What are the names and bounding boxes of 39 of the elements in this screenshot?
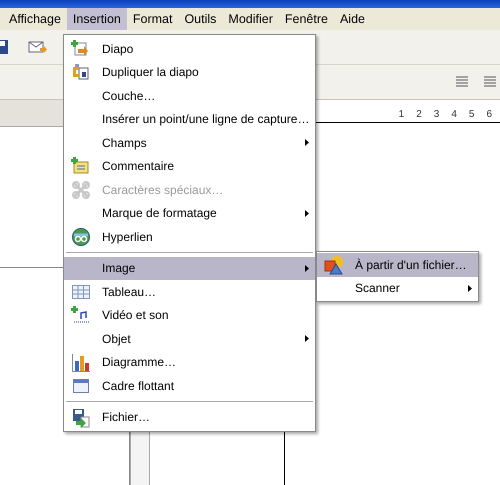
ruler-number: 1 — [398, 108, 404, 120]
comment-icon — [71, 156, 91, 176]
menu-bar-item[interactable]: Fenêtre — [278, 8, 334, 30]
menu-item[interactable]: Image — [64, 256, 315, 280]
media-icon — [71, 306, 91, 326]
menu-item[interactable]: Hyperlien — [64, 225, 315, 248]
menu-bar-item[interactable]: Affichage — [3, 8, 67, 30]
menu-item[interactable]: Champs — [64, 131, 315, 154]
chart-icon — [71, 352, 91, 372]
frame-icon — [71, 376, 91, 396]
table-icon — [71, 282, 91, 302]
duplicate-icon — [71, 62, 91, 82]
ruler-number: 2 — [416, 108, 422, 120]
menu-item[interactable]: Scanner — [317, 276, 478, 300]
menu-item[interactable]: Cadre flottant — [64, 374, 315, 398]
menu-bar-item[interactable]: Aide — [334, 8, 371, 30]
ruler-number: 3 — [434, 108, 440, 120]
menu-item[interactable]: Tableau… — [64, 280, 315, 304]
ruler-number: 6 — [486, 108, 492, 120]
menu-item[interactable]: Objet — [64, 327, 315, 350]
ruler-number: 5 — [468, 108, 474, 120]
menu-item[interactable]: Couche… — [64, 84, 315, 108]
ruler-number: 4 — [451, 108, 457, 120]
menu-bar-item[interactable]: Modifier — [222, 8, 279, 30]
menu-item[interactable]: Marque de formatage — [64, 202, 315, 225]
shapes-icon — [324, 255, 344, 275]
file-icon — [71, 408, 91, 428]
menu-item[interactable]: Diagramme… — [64, 350, 315, 374]
hyperlink-icon — [71, 227, 91, 247]
menu-bar-item[interactable]: Insertion — [66, 8, 127, 30]
menu-item[interactable]: Insérer un point/une ligne de capture… — [64, 108, 315, 131]
menu-item[interactable]: Vidéo et son — [64, 304, 315, 327]
menu-item[interactable]: À partir d'un fichier… — [317, 253, 478, 276]
menu-item[interactable]: Diapo — [64, 37, 315, 60]
menu-item[interactable]: Dupliquer la diapo — [64, 60, 315, 84]
menu-item[interactable]: Fichier… — [64, 406, 315, 429]
menu-item[interactable]: Commentaire — [64, 154, 315, 178]
menu-bar-item[interactable]: Outils — [178, 8, 222, 30]
menu-bar-item[interactable]: Format — [126, 8, 178, 30]
